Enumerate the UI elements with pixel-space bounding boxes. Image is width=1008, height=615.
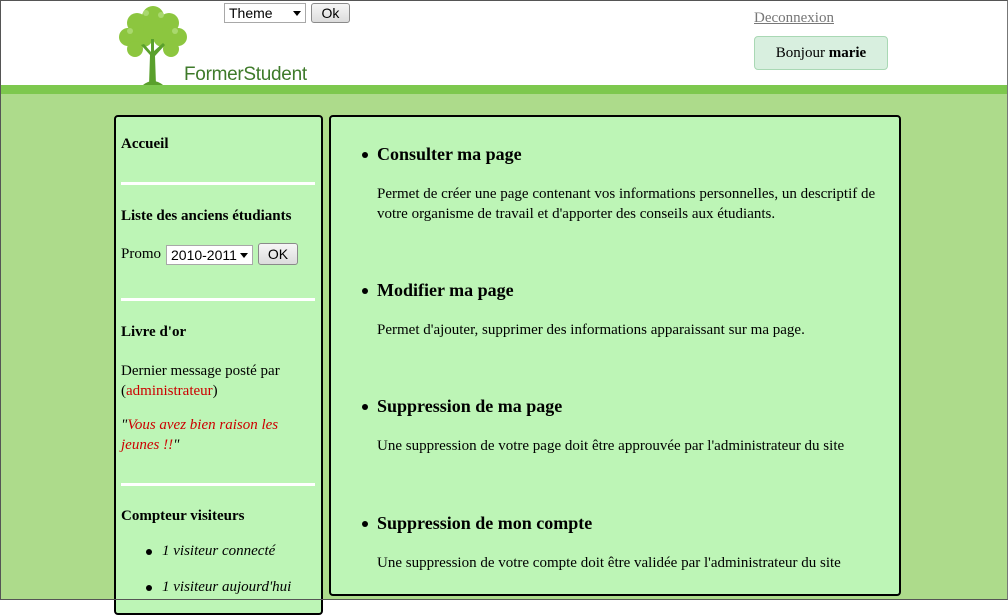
greeting-badge: Bonjour marie <box>754 36 888 70</box>
promo-ok-button[interactable]: OK <box>258 243 298 265</box>
sidebar-item-guestbook[interactable]: Livre d'or <box>121 324 186 341</box>
promo-label: Promo <box>121 246 162 262</box>
quote-close: " <box>173 437 180 453</box>
visitor-counter-title: Compteur visiteurs <box>121 508 245 524</box>
last-message-suffix: ) <box>212 383 218 399</box>
item-title[interactable]: Suppression de mon compte <box>377 513 592 534</box>
last-message-author-link[interactable]: administrateur <box>126 383 213 399</box>
logout-link[interactable]: Deconnexion <box>754 10 834 27</box>
chevron-down-icon <box>240 253 248 258</box>
sidebar-item-alumni[interactable]: Liste des anciens étudiants <box>121 208 291 225</box>
greeting-user: marie <box>828 45 867 61</box>
last-message-quote: "Vous avez bien raison les jeunes !!" <box>121 415 316 455</box>
sidebar-divider <box>121 298 315 301</box>
chevron-down-icon <box>293 11 301 16</box>
sidebar: Accueil Liste des anciens étudiants Prom… <box>114 115 323 615</box>
bullet-icon <box>362 152 368 158</box>
item-description: Permet de créer une page contenant vos i… <box>377 186 876 222</box>
item-title[interactable]: Modifier ma page <box>377 280 514 301</box>
sidebar-divider <box>121 483 315 486</box>
tree-icon <box>119 6 187 85</box>
theme-select[interactable]: Theme <box>224 3 306 23</box>
logo-text: FormerStudent <box>184 64 307 85</box>
greeting-prefix: Bonjour <box>775 45 825 61</box>
sidebar-divider <box>121 182 315 185</box>
item-title[interactable]: Consulter ma page <box>377 144 522 165</box>
item-description: Permet d'ajouter, supprimer des informat… <box>377 322 805 338</box>
bullet-icon <box>362 521 368 527</box>
header: FormerStudent Theme Ok Deconnexion Bonjo… <box>0 0 1008 85</box>
bullet-icon <box>362 288 368 294</box>
item-description: Une suppression de votre compte doit êtr… <box>377 555 841 571</box>
sidebar-item-home[interactable]: Accueil <box>121 136 168 153</box>
bullet-icon <box>362 404 368 410</box>
header-bar <box>0 85 1008 94</box>
item-title[interactable]: Suppression de ma page <box>377 396 562 417</box>
visitor-stats: 1 visiteur connecté 1 visiteur aujourd'h… <box>144 543 291 615</box>
theme-ok-button[interactable]: Ok <box>311 3 350 23</box>
main-content: Consulter ma page Permet de créer une pa… <box>329 115 901 596</box>
list-item: 1 visiteur aujourd'hui <box>144 579 291 615</box>
list-item: 1 visiteur connecté <box>144 543 291 579</box>
last-message: Dernier message posté par (administrateu… <box>121 361 316 401</box>
quote-text: Vous avez bien raison les jeunes !! <box>121 417 279 453</box>
promo-select-value: 2010-2011 <box>171 247 237 263</box>
promo-select[interactable]: 2010-2011 <box>166 245 253 265</box>
theme-select-value: Theme <box>229 5 273 21</box>
item-description: Une suppression de votre page doit être … <box>377 438 845 454</box>
